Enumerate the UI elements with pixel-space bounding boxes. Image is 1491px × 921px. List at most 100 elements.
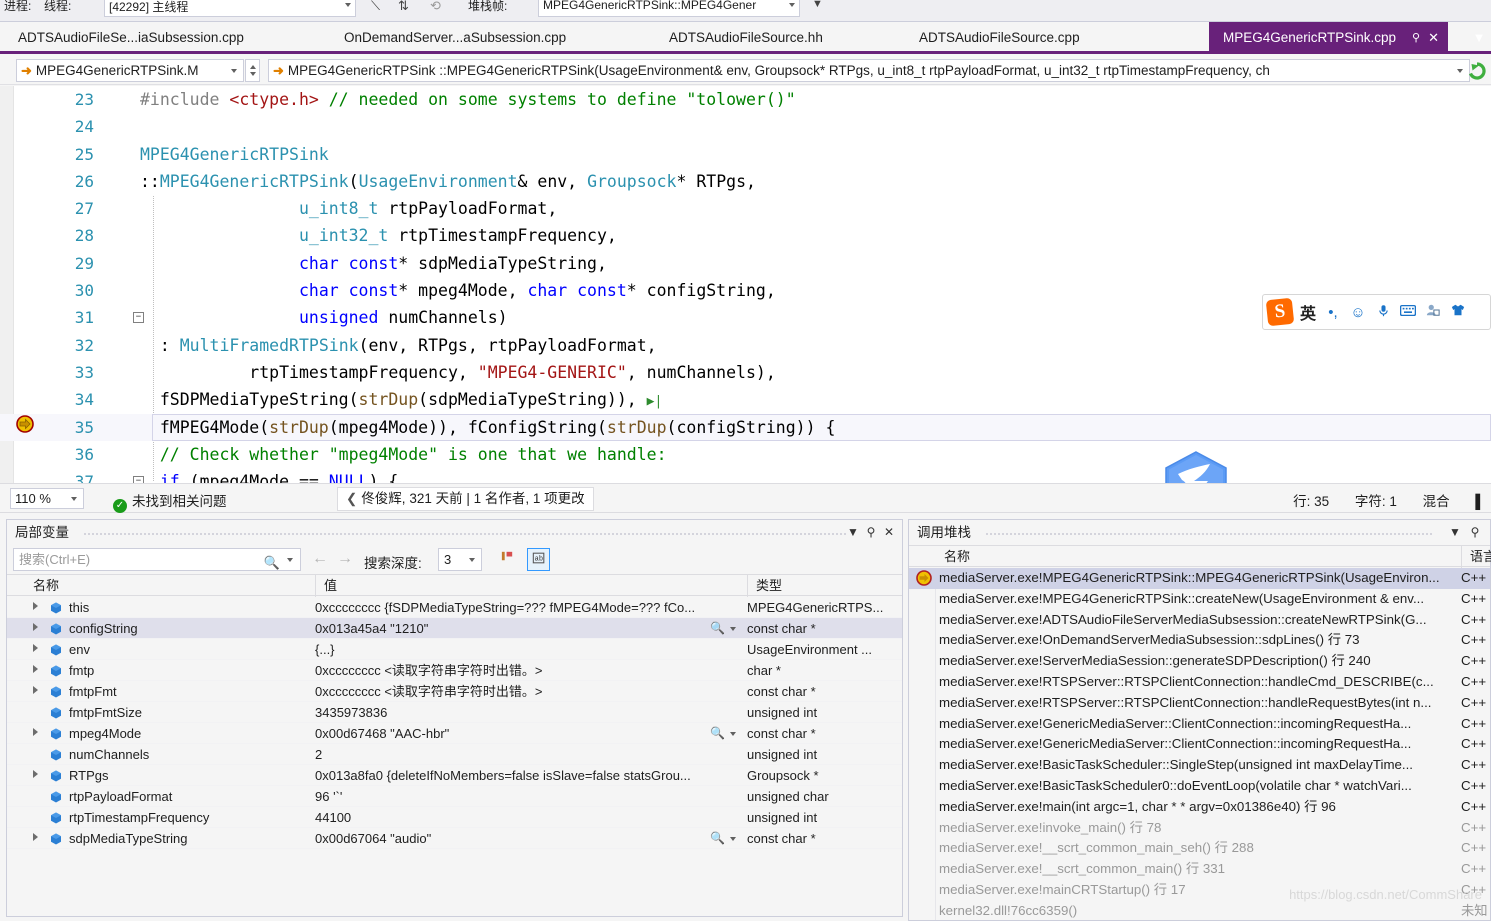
- variable-value[interactable]: 0xcccccccc <读取字符串字符时出错。>: [315, 681, 543, 702]
- callstack-row[interactable]: mediaServer.exe!ServerMediaSession::gene…: [909, 651, 1490, 672]
- close-icon[interactable]: ✕: [880, 520, 898, 545]
- code-line[interactable]: 25 MPEG4GenericRTPSink: [0, 141, 1491, 168]
- sogou-ime-toolbar[interactable]: S 英 •, ☺: [1262, 294, 1491, 330]
- code-line[interactable]: 34 fSDPMediaTypeString(strDup(sdpMediaTy…: [0, 386, 1491, 413]
- locals-row[interactable]: fmtpFmt 0xcccccccc <读取字符串字符时出错。> const cha…: [7, 681, 902, 702]
- tab-adtsaudiofilesource-cpp[interactable]: ADTSAudioFileSource.cpp: [905, 22, 1094, 54]
- code-line[interactable]: 26::MPEG4GenericRTPSink(UsageEnvironment…: [0, 168, 1491, 195]
- expand-triangle-icon[interactable]: [33, 833, 38, 841]
- locals-row[interactable]: rtpPayloadFormat 96 '`' unsigned char: [7, 786, 902, 807]
- code-line[interactable]: 29 char const* sdpMediaTypeString,: [0, 250, 1491, 277]
- tab-mpeg4genericrtpsink-cpp[interactable]: MPEG4GenericRTPSink.cpp ⚲ ✕: [1209, 22, 1449, 54]
- callstack-row[interactable]: mediaServer.exe!MPEG4GenericRTPSink::MPE…: [909, 568, 1490, 589]
- callstack-row[interactable]: mediaServer.exe!RTSPServer::RTSPClientCo…: [909, 672, 1490, 693]
- stack-frame-icon[interactable]: ⇅: [398, 0, 409, 14]
- ime-emoji-icon[interactable]: ☺: [1348, 304, 1368, 321]
- codelens-indicator[interactable]: ❮ 佟俊辉, 321 天前 | 1 名作者, 1 项更改: [337, 487, 594, 511]
- panel-drag-handle[interactable]: [83, 532, 846, 535]
- locals-row[interactable]: env {...} UsageEnvironment ...: [7, 639, 902, 660]
- variable-value[interactable]: 0x00d67468 "AAC-hbr": [315, 723, 449, 744]
- tab-adtsaudiofileservermediasubsession[interactable]: ADTSAudioFileSe...iaSubsession.cpp: [4, 22, 258, 54]
- callstack-row[interactable]: mediaServer.exe!BasicTaskScheduler0::doE…: [909, 776, 1490, 797]
- expand-triangle-icon[interactable]: [33, 728, 38, 736]
- visualizer-chevron-down-icon[interactable]: [730, 732, 736, 736]
- callstack-row[interactable]: mediaServer.exe!RTSPServer::RTSPClientCo…: [909, 693, 1490, 714]
- code-line[interactable]: 23 #include <ctype.h> // needed on some s…: [0, 86, 1491, 113]
- ime-microphone-icon[interactable]: [1373, 303, 1393, 322]
- chevron-down-icon[interactable]: [287, 558, 293, 562]
- search-icon[interactable]: 🔍: [264, 552, 280, 573]
- pin-icon[interactable]: ⚲: [1466, 520, 1484, 545]
- variable-value[interactable]: {...}: [315, 639, 335, 660]
- search-prev-button[interactable]: ←: [312, 550, 328, 568]
- callstack-row[interactable]: mediaServer.exe!OnDemandServerMediaSubse…: [909, 630, 1490, 651]
- callstack-row[interactable]: mediaServer.exe!__scrt_common_main_seh()…: [909, 838, 1490, 859]
- scope-spinner[interactable]: [245, 59, 260, 82]
- tab-ondemandservermediasubsession[interactable]: OnDemandServer...aSubsession.cpp: [330, 22, 580, 54]
- callstack-row[interactable]: mediaServer.exe!__scrt_common_main() 行 3…: [909, 859, 1490, 880]
- search-input[interactable]: 搜索(Ctrl+E) 🔍: [13, 548, 301, 571]
- tab-adtsaudiofilesource-hh[interactable]: ADTSAudioFileSource.hh: [655, 22, 837, 54]
- code-line[interactable]: 36 // Check whether "mpeg4Mode" is one t…: [0, 441, 1491, 468]
- close-icon[interactable]: ✕: [1428, 22, 1439, 54]
- locals-row[interactable]: sdpMediaTypeString 0x00d67064 "audio" 🔍 con…: [7, 828, 902, 849]
- variable-value[interactable]: 44100: [315, 807, 351, 828]
- zoom-level-dropdown[interactable]: 110 %: [10, 488, 84, 509]
- column-header-value[interactable]: 值: [315, 575, 747, 597]
- ime-skin-icon[interactable]: [1448, 303, 1468, 321]
- code-line[interactable]: 24: [0, 113, 1491, 140]
- locals-row[interactable]: mpeg4Mode 0x00d67468 "AAC-hbr" 🔍 const char…: [7, 723, 902, 744]
- visualizer-search-icon[interactable]: 🔍: [710, 723, 725, 744]
- callstack-row[interactable]: kernel32.dll!76cc6359() 未知: [909, 901, 1490, 920]
- expand-triangle-icon[interactable]: [33, 602, 38, 610]
- restore-icon[interactable]: ⟲: [430, 0, 441, 14]
- code-line[interactable]: −37 if (mpeg4Mode == NULL) {: [0, 468, 1491, 483]
- refresh-icon[interactable]: [1467, 61, 1487, 81]
- variable-value[interactable]: 2: [315, 744, 322, 765]
- locals-grid-body[interactable]: this 0xcccccccc {fSDPMediaTypeString=??? …: [7, 597, 902, 916]
- ime-punctuation-icon[interactable]: •,: [1323, 304, 1343, 321]
- member-scope-dropdown[interactable]: ➜ MPEG4GenericRTPSink ::MPEG4GenericRTPSi…: [268, 59, 1470, 82]
- locals-row[interactable]: fmtp 0xcccccccc <读取字符串字符时出错。> char *: [7, 660, 902, 681]
- locals-row[interactable]: fmtpFmtSize 3435973836 unsigned int: [7, 702, 902, 723]
- visualizer-search-icon[interactable]: 🔍: [710, 618, 725, 639]
- toolbar-overflow-icon[interactable]: ▼: [812, 0, 823, 10]
- variable-value[interactable]: 3435973836: [315, 702, 387, 723]
- inline-run-icon[interactable]: ▶|: [647, 394, 663, 409]
- expand-triangle-icon[interactable]: [33, 665, 38, 673]
- locals-row[interactable]: rtpTimestampFrequency 44100 unsigned int: [7, 807, 902, 828]
- column-header-language[interactable]: 语言: [1461, 546, 1491, 568]
- expand-triangle-icon[interactable]: [33, 623, 38, 631]
- column-header-name[interactable]: 名称: [25, 575, 315, 597]
- sogou-logo-icon[interactable]: S: [1265, 297, 1295, 327]
- callstack-row[interactable]: mediaServer.exe!MPEG4GenericRTPSink::cre…: [909, 589, 1490, 610]
- tab-overflow-icon[interactable]: ▼: [1470, 27, 1488, 49]
- ime-user-icon[interactable]: [1423, 303, 1443, 321]
- search-depth-dropdown[interactable]: 3: [438, 548, 482, 571]
- code-line[interactable]: 27 u_int8_t rtpPayloadFormat,: [0, 195, 1491, 222]
- variable-value[interactable]: 0x013a45a4 "1210": [315, 618, 428, 639]
- visualizer-search-icon[interactable]: 🔍: [710, 828, 725, 849]
- code-line[interactable]: 33 rtpTimestampFrequency, "MPEG4-GENERIC…: [0, 359, 1491, 386]
- step-icon[interactable]: ⟍: [371, 0, 380, 14]
- callstack-row[interactable]: mediaServer.exe!invoke_main() 行 78 C++: [909, 818, 1490, 839]
- callstack-row[interactable]: mediaServer.exe!GenericMediaServer::Clie…: [909, 734, 1490, 755]
- callstack-row[interactable]: mediaServer.exe!ADTSAudioFileServerMedia…: [909, 610, 1490, 631]
- expand-triangle-icon[interactable]: [33, 644, 38, 652]
- pin-icon[interactable]: ⚲: [1412, 22, 1420, 54]
- callstack-row[interactable]: mediaServer.exe!GenericMediaServer::Clie…: [909, 714, 1490, 735]
- locals-row[interactable]: numChannels 2 unsigned int: [7, 744, 902, 765]
- variable-value[interactable]: 0xcccccccc <读取字符串字符时出错。>: [315, 660, 543, 681]
- variable-value[interactable]: 0xcccccccc {fSDPMediaTypeString=??? fMPE…: [315, 597, 695, 618]
- code-line[interactable]: 32 : MultiFramedRTPSink(env, RTPgs, rtpP…: [0, 332, 1491, 359]
- panel-dropdown-icon[interactable]: ▼: [1446, 520, 1464, 545]
- issue-status[interactable]: ✓ 未找到相关问题: [113, 490, 227, 513]
- pin-icon[interactable]: ⚲: [862, 520, 880, 545]
- pin-columns-icon[interactable]: [496, 548, 519, 571]
- locals-row[interactable]: RTPgs 0x013a8fa0 {deleteIfNoMembers=false…: [7, 765, 902, 786]
- search-next-button[interactable]: →: [337, 550, 353, 568]
- column-header-name[interactable]: 名称: [936, 546, 1461, 568]
- callstack-grid-body[interactable]: mediaServer.exe!MPEG4GenericRTPSink::MPE…: [909, 568, 1490, 920]
- callstack-row[interactable]: mediaServer.exe!main(int argc=1, char * …: [909, 797, 1490, 818]
- locals-row[interactable]: configString 0x013a45a4 "1210" 🔍 const char…: [7, 618, 902, 639]
